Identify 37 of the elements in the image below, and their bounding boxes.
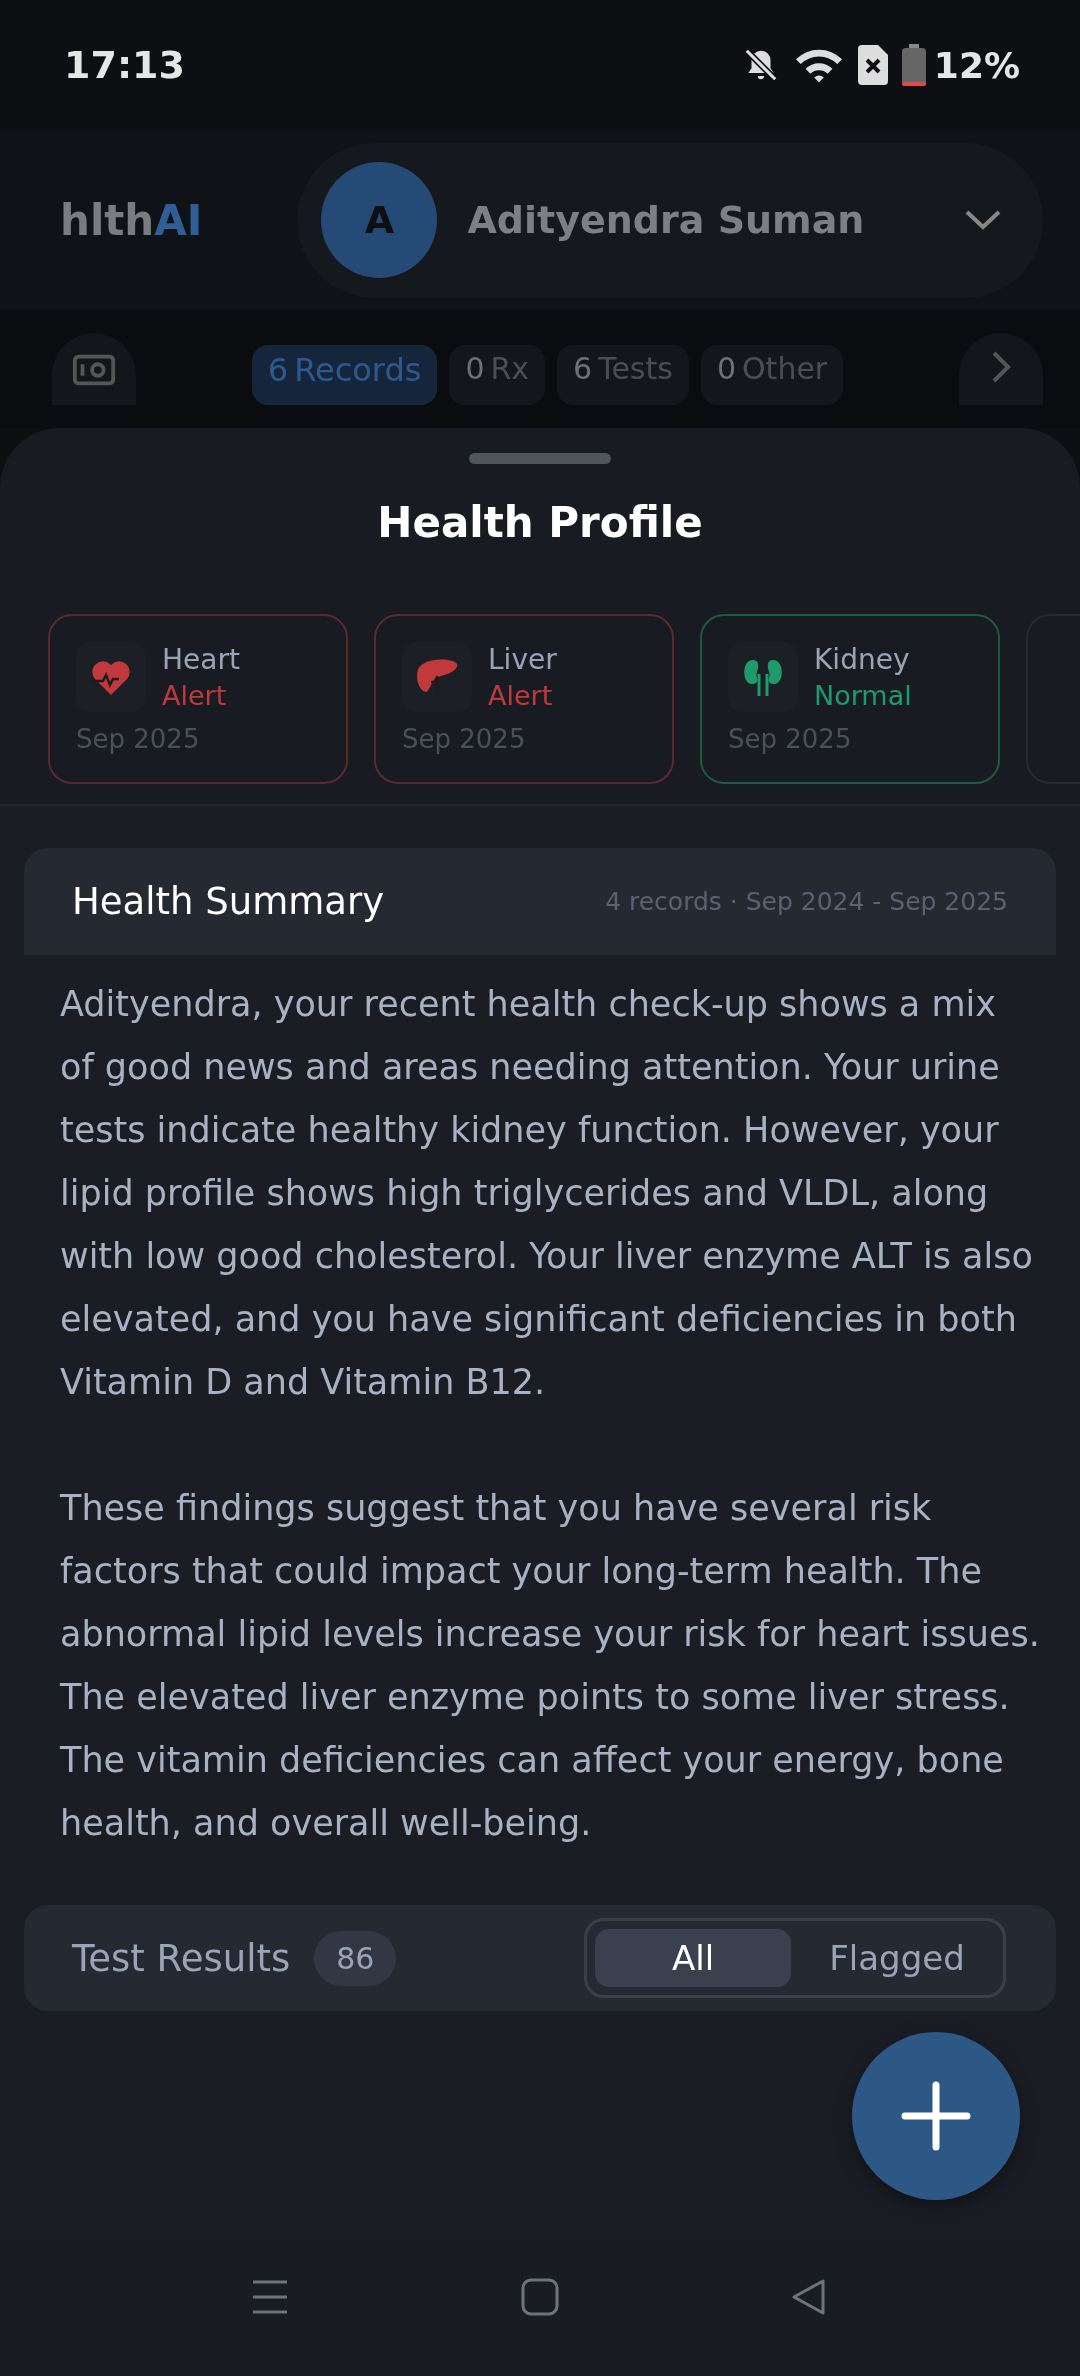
battery-percent: 12% (933, 44, 1020, 86)
scan-button[interactable] (52, 333, 136, 405)
plus-icon (901, 2081, 971, 2151)
sheet-title: Health Profile (376, 498, 704, 547)
record-filter-chip[interactable]: 0 Other (700, 345, 844, 405)
organ-date: Sep 2025 (76, 724, 201, 754)
sim-error-icon (857, 45, 888, 85)
organ-date: Sep 2025 (728, 724, 853, 754)
organ-status: Alert (162, 679, 228, 713)
organ-date: Sep 2025 (402, 724, 527, 754)
home-icon[interactable] (521, 2278, 559, 2316)
organ-status: Normal (814, 679, 912, 713)
menu-icon[interactable] (251, 2278, 289, 2316)
status-time: 17:13 (64, 43, 185, 87)
drag-handle[interactable] (469, 453, 611, 464)
chevron-down-icon (963, 208, 1003, 232)
record-filter-chip[interactable]: 0 Rx (449, 345, 546, 405)
organ-card[interactable]: Heart Alert Sep 2025 (48, 614, 348, 784)
organ-name: Heart (162, 642, 240, 678)
organ-status: Alert (488, 679, 554, 713)
summary-paragraph: These findings suggest that you have several risk factors that could impact your long-term health. The abnormal lipid levels increase your risk for heart issues. The elevated liver enzyme points to some liver stress. The vitamin deficiencies can affect your energy, bone health, and overall well-being. (60, 1487, 1040, 1845)
summary-title: Health Summary (72, 880, 385, 923)
test-count: 86 (314, 1930, 397, 1986)
test-results-title: Test Results (72, 1936, 291, 1980)
summary-meta: 4 records · Sep 2024 - Sep 2025 (605, 887, 1008, 916)
results-filter-tab[interactable]: Flagged (799, 1929, 995, 1987)
battery-icon (901, 44, 926, 86)
app-logo: hlthAI (60, 195, 203, 245)
organ-card[interactable]: Kidney Normal Sep 2025 (700, 614, 1000, 784)
summary-paragraph: Adityendra, your recent health check-up shows a mix of good news and areas needing attention. Your urine tests indicate healthy kidney function. However, your lipid profile shows high triglycerides and VLDL, along with low good cholesterol. Your liver enzyme ALT is also elevated, and you have significant deficiencies in both Vitamin D and Vitamin B12. (60, 983, 1034, 1404)
organ-name: Liver (488, 642, 557, 678)
organ-name: Kidney (814, 642, 911, 678)
organ-card[interactable]: Liver Alert Sep 2025 (374, 614, 674, 784)
results-filter-tab[interactable]: All (595, 1929, 791, 1987)
next-button[interactable] (959, 333, 1043, 405)
profile-switcher[interactable]: A Adityendra Suman (297, 142, 1043, 298)
record-filter-chip[interactable]: 6 Tests (557, 345, 689, 405)
